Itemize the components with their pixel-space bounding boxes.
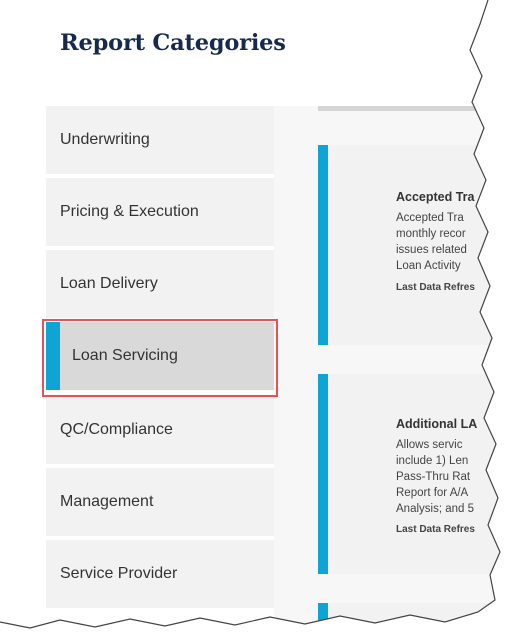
card-description-line: issues related xyxy=(396,244,467,256)
page: Report Categories Underwriting Pricing &… xyxy=(0,0,512,635)
content-divider xyxy=(318,106,512,111)
sidebar-item-label: QC/Compliance xyxy=(60,421,173,438)
sidebar-item-loan-delivery[interactable]: Loan Delivery xyxy=(46,250,274,318)
sidebar-item-qc-compliance[interactable]: QC/Compliance xyxy=(46,396,274,464)
sidebar-item-label: Pricing & Execution xyxy=(60,203,199,220)
sidebar-item-label: Loan Delivery xyxy=(60,275,158,292)
card-last-refresh: Last Data Refres xyxy=(396,282,475,293)
sidebar-item-service-provider[interactable]: Service Provider xyxy=(46,540,274,608)
report-card-accepted[interactable]: Accepted Tra Accepted Tra monthly recor … xyxy=(318,145,512,345)
sidebar-item-label: Loan Servicing xyxy=(72,347,178,364)
card-accent-bar xyxy=(318,374,328,574)
card-description-line: Accepted Tra xyxy=(396,212,464,224)
card-last-refresh: Last Data Refres xyxy=(396,524,475,535)
sidebar-item-label: Service Provider xyxy=(60,565,178,582)
card-title[interactable]: Additional LA xyxy=(396,417,477,431)
card-title[interactable]: Accepted Tra xyxy=(396,190,475,204)
card-description-line: monthly recor xyxy=(396,228,466,240)
card-description-line: Allows servic xyxy=(396,439,463,451)
sidebar-item-underwriting[interactable]: Underwriting xyxy=(46,106,274,174)
card-accent-bar xyxy=(318,145,328,345)
sidebar-item-label: Management xyxy=(60,493,154,510)
sidebar-item-loan-servicing[interactable]: Loan Servicing xyxy=(46,322,274,390)
page-title: Report Categories xyxy=(60,30,286,56)
active-indicator xyxy=(46,322,60,390)
report-card-additional[interactable]: Additional LA Allows servic include 1) L… xyxy=(318,374,512,574)
card-description-line: Pass-Thru Rat xyxy=(396,471,471,483)
card-description-line: Analysis; and 5 xyxy=(396,503,474,515)
card-description-line: Report for A/A xyxy=(396,487,469,499)
sidebar-item-label: Underwriting xyxy=(60,131,150,148)
card-description-line: Loan Activity xyxy=(396,260,461,272)
card-accent-bar xyxy=(318,603,328,635)
report-card-partial[interactable] xyxy=(318,603,512,635)
sidebar-item-management[interactable]: Management xyxy=(46,468,274,536)
card-description-line: include 1) Len xyxy=(396,455,469,467)
sidebar-item-pricing-execution[interactable]: Pricing & Execution xyxy=(46,178,274,246)
